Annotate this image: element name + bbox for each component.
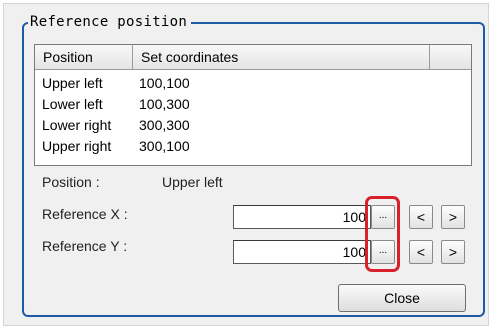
- list-item[interactable]: Upper left 100,100: [35, 74, 471, 93]
- group-title: Reference position: [28, 14, 192, 30]
- list-header: Position Set coordinates: [35, 45, 471, 70]
- reference-position-list[interactable]: Position Set coordinates Upper left 100,…: [34, 44, 472, 166]
- list-item[interactable]: Lower right 300,300: [35, 116, 471, 135]
- list-item-coordinates: 300,300: [139, 117, 190, 133]
- dialog-canvas: Reference position Position Set coordina…: [0, 0, 492, 329]
- list-item-coordinates: 100,100: [139, 75, 190, 91]
- reference-y-decrement-button[interactable]: <: [409, 240, 433, 264]
- list-item-position: Lower left: [42, 96, 103, 112]
- reference-y-input[interactable]: 100: [233, 240, 371, 264]
- reference-x-increment-button[interactable]: >: [441, 205, 465, 229]
- list-item-position: Upper left: [42, 75, 103, 91]
- list-item[interactable]: Lower left 100,300: [35, 95, 471, 114]
- list-item-position: Upper right: [42, 138, 112, 154]
- reference-y-label: Reference Y :: [42, 238, 128, 254]
- list-item-coordinates: 100,300: [139, 96, 190, 112]
- reference-y-increment-button[interactable]: >: [441, 240, 465, 264]
- list-item[interactable]: Upper right 300,100: [35, 137, 471, 156]
- list-item-position: Lower right: [42, 117, 112, 133]
- callout-highlight: [365, 196, 400, 272]
- list-item-coordinates: 300,100: [139, 138, 190, 154]
- column-header-position[interactable]: Position: [35, 45, 133, 69]
- reference-x-decrement-button[interactable]: <: [409, 205, 433, 229]
- column-header-empty: [430, 45, 471, 69]
- position-label: Position :: [42, 174, 100, 190]
- close-button[interactable]: Close: [338, 284, 466, 312]
- column-header-set-coordinates[interactable]: Set coordinates: [133, 45, 430, 69]
- reference-x-label: Reference X :: [42, 206, 128, 222]
- position-value: Upper left: [162, 174, 223, 190]
- reference-x-input[interactable]: 100: [233, 205, 371, 229]
